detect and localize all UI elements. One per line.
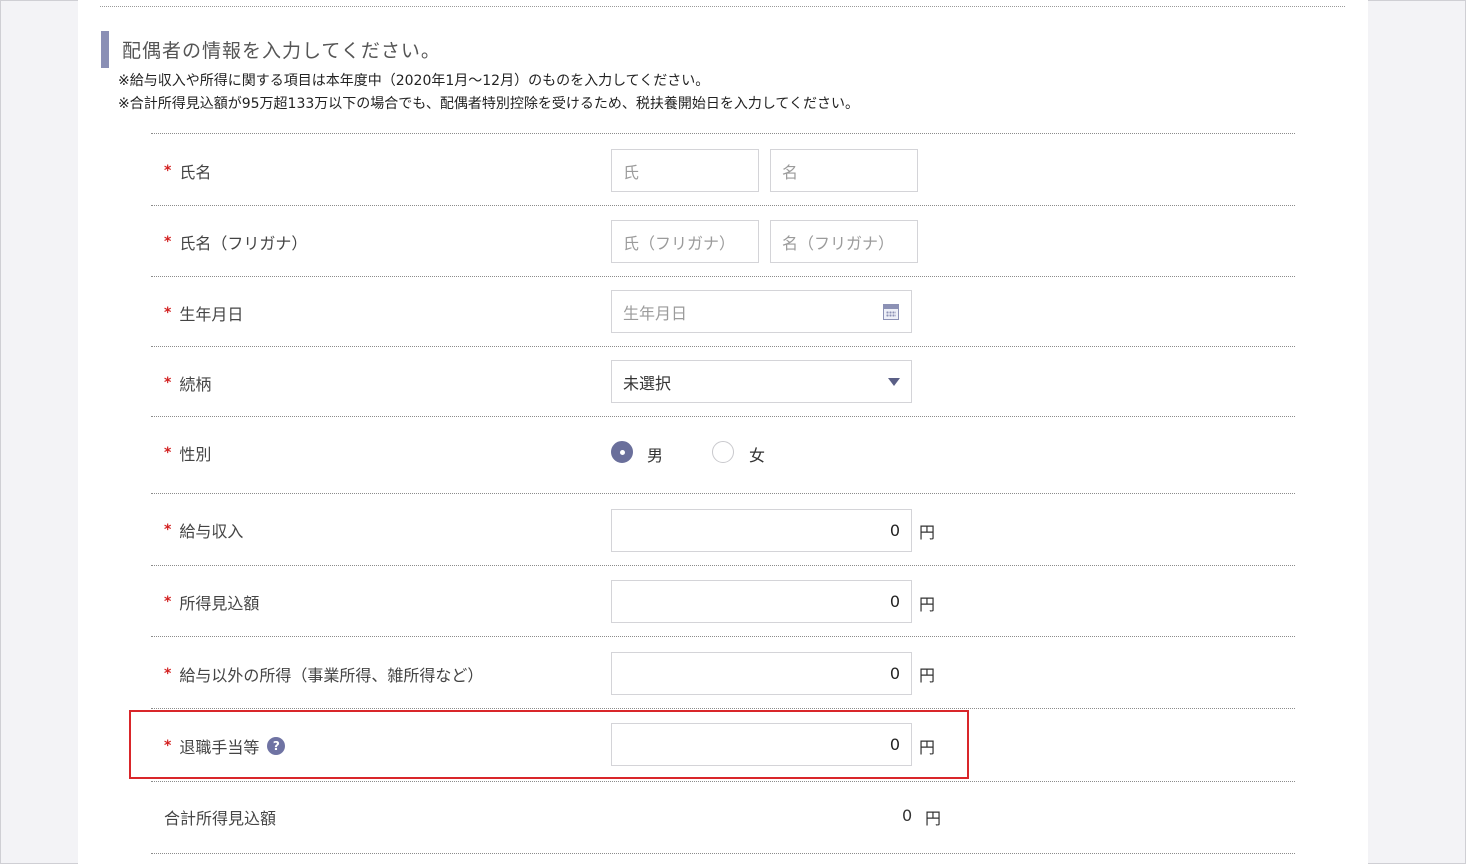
row-divider	[151, 346, 1295, 347]
row-divider	[151, 493, 1295, 494]
required-mark: *	[164, 738, 172, 754]
expected-income-input[interactable]: 0	[611, 580, 912, 623]
yen-unit: 円	[925, 809, 942, 828]
total-income-label-text: 合計所得見込額	[164, 809, 277, 828]
row-divider	[151, 708, 1295, 709]
gender-label: * 性別	[164, 441, 211, 465]
last-name-kana-placeholder: 氏（フリガナ）	[623, 233, 736, 253]
calendar-icon[interactable]	[883, 304, 899, 320]
relation-label-text: 続柄	[179, 375, 212, 394]
retirement-allowance-label-text: 退職手当等	[179, 738, 260, 757]
salary-income-value: 0	[889, 521, 900, 540]
expected-income-value: 0	[889, 592, 900, 611]
required-mark: *	[164, 163, 172, 179]
row-divider	[151, 133, 1295, 134]
chevron-down-icon	[888, 377, 900, 386]
row-divider	[151, 853, 1295, 854]
yen-unit: 円	[919, 595, 936, 614]
first-name-kana-input[interactable]: 名（フリガナ）	[770, 220, 918, 263]
name-label-text: 氏名	[179, 163, 212, 182]
birthdate-placeholder: 生年月日	[623, 303, 688, 323]
gender-female-label[interactable]: 女	[749, 442, 765, 466]
other-income-input[interactable]: 0	[611, 652, 912, 695]
last-name-input[interactable]: 氏	[611, 149, 759, 192]
gender-female-radio[interactable]	[712, 441, 734, 463]
birthdate-label: * 生年月日	[164, 301, 243, 325]
kana-label-text: 氏名（フリガナ）	[179, 234, 308, 253]
birthdate-label-text: 生年月日	[179, 305, 244, 324]
required-mark: *	[164, 666, 172, 682]
row-divider	[151, 276, 1295, 277]
required-mark: *	[164, 445, 172, 461]
total-income-label: 合計所得見込額	[164, 805, 276, 829]
relation-select[interactable]: 未選択	[611, 360, 912, 403]
expected-income-label-text: 所得見込額	[179, 594, 260, 613]
salary-income-label-text: 給与収入	[179, 522, 244, 541]
retirement-allowance-value: 0	[889, 735, 900, 754]
required-mark: *	[164, 522, 172, 538]
help-icon[interactable]: ?	[267, 737, 286, 755]
last-name-placeholder: 氏	[623, 162, 640, 182]
other-income-label: * 給与以外の所得（事業所得、雑所得など）	[164, 662, 483, 686]
name-label: * 氏名	[164, 159, 211, 183]
divider	[100, 6, 1345, 7]
section-title: 配偶者の情報を入力してください。	[122, 40, 441, 62]
retirement-allowance-label: * 退職手当等 ?	[164, 734, 286, 758]
gender-label-text: 性別	[179, 445, 212, 464]
required-mark: *	[164, 305, 172, 321]
row-divider	[151, 205, 1295, 206]
first-name-kana-placeholder: 名（フリガナ）	[782, 233, 895, 253]
first-name-input[interactable]: 名	[770, 149, 918, 192]
kana-label: * 氏名（フリガナ）	[164, 230, 307, 254]
row-divider	[151, 416, 1295, 417]
section-accent-bar	[101, 31, 109, 68]
gender-male-radio[interactable]	[611, 441, 633, 463]
retirement-allowance-input[interactable]: 0	[611, 723, 912, 766]
first-name-placeholder: 名	[782, 162, 799, 182]
relation-label: * 続柄	[164, 371, 211, 395]
required-mark: *	[164, 234, 172, 250]
other-income-label-text: 給与以外の所得（事業所得、雑所得など）	[179, 666, 484, 685]
salary-income-label: * 給与収入	[164, 518, 243, 542]
yen-unit: 円	[919, 738, 936, 757]
required-mark: *	[164, 375, 172, 391]
yen-unit: 円	[919, 666, 936, 685]
row-divider	[151, 781, 1295, 782]
last-name-kana-input[interactable]: 氏（フリガナ）	[611, 220, 759, 263]
salary-income-input[interactable]: 0	[611, 509, 912, 552]
required-mark: *	[164, 594, 172, 610]
note-deduction: ※合計所得見込額が95万超133万以下の場合でも、配偶者特別控除を受けるため、税…	[118, 96, 860, 112]
total-income-value: 0	[902, 806, 913, 825]
other-income-value: 0	[889, 664, 900, 683]
yen-unit: 円	[919, 523, 936, 542]
relation-selected-value: 未選択	[623, 373, 672, 393]
gender-male-label[interactable]: 男	[647, 442, 663, 466]
note-income-period: ※給与収入や所得に関する項目は本年度中（2020年1月〜12月）のものを入力して…	[118, 73, 710, 89]
birthdate-input[interactable]: 生年月日	[611, 290, 912, 333]
row-divider	[151, 636, 1295, 637]
row-divider	[151, 565, 1295, 566]
expected-income-label: * 所得見込額	[164, 590, 259, 614]
